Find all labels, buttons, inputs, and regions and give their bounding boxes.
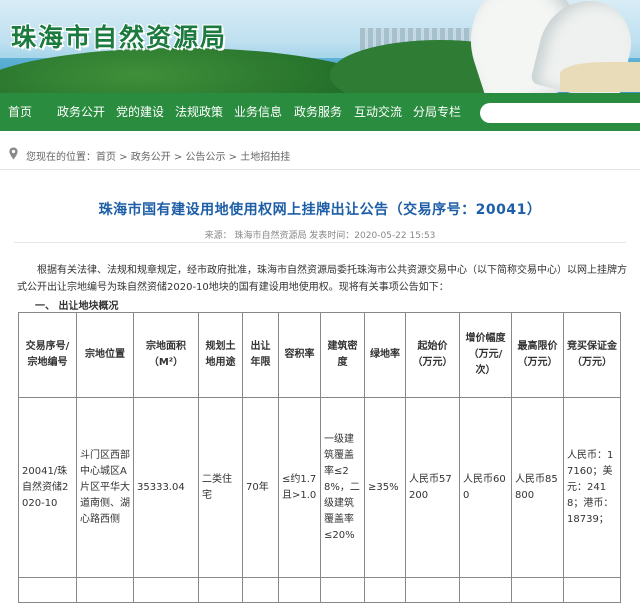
- table-header: 宗地位置: [76, 312, 134, 398]
- nav-item-branch[interactable]: 分局专栏: [413, 93, 461, 131]
- breadcrumb-text[interactable]: 您现在的位置：首页 > 政务公开 > 公告公示 > 土地招拍挂: [26, 148, 290, 163]
- table-cell: 一级建筑覆盖率≤28%，二级建筑覆盖率≤20%: [320, 397, 365, 578]
- table-cell: 人民币57200: [405, 397, 460, 578]
- section-heading: 一、 出让地块概况: [35, 301, 119, 312]
- beach: [560, 62, 640, 92]
- table-cell: 70年: [242, 397, 279, 578]
- table-cell: 斗门区西部中心城区A片区平华大道南侧、湖心路西侧: [76, 397, 134, 578]
- nav-item-business[interactable]: 业务信息: [234, 93, 282, 131]
- nav-item-home[interactable]: 首页: [8, 93, 32, 131]
- article-meta: 来源： 珠海市自然资源局 发表时间：2020-05-22 15:53: [204, 231, 436, 241]
- table-cell: 35333.04: [133, 397, 199, 578]
- table-header: 最高限价（万元）: [511, 312, 564, 398]
- location-pin-icon: [9, 147, 18, 160]
- table-cell: 人民币600: [459, 397, 512, 578]
- article-paragraph: 根据有关法律、法规和规章规定，经市政府批准，珠海市自然资源局委托珠海市公共资源交…: [17, 265, 627, 293]
- nav-item-interaction[interactable]: 互动交流: [354, 93, 402, 131]
- search-input[interactable]: [480, 103, 640, 123]
- table-cell: ≥35%: [364, 397, 406, 578]
- table-cell: ≤约1.7且>1.0: [278, 397, 321, 578]
- nav-item-laws[interactable]: 法规政策: [175, 93, 223, 131]
- table-header: 绿地率: [364, 312, 406, 398]
- table-header: 出让年限: [242, 312, 279, 398]
- nav-item-services[interactable]: 政务服务: [294, 93, 342, 131]
- article-title: 珠海市国有建设用地使用权网上挂牌出让公告（交易序号：20041）: [98, 202, 542, 218]
- table-header: 建筑密度: [320, 312, 365, 398]
- nav-item-gov-open[interactable]: 政务公开: [57, 93, 105, 131]
- table-header: 宗地面积（M²）: [133, 312, 199, 398]
- table-header: 容积率: [278, 312, 321, 398]
- land-parcel-table: 交易序号/宗地编号 宗地位置 宗地面积（M²） 规划土地用途 出让年限 容积率 …: [18, 312, 621, 603]
- table-cell: 20041/珠自然资储2020-10: [18, 397, 77, 578]
- table-header: 增价幅度（万元/次）: [459, 312, 512, 398]
- header-banner: 珠海市自然资源局: [0, 0, 640, 93]
- nav-item-party[interactable]: 党的建设: [116, 93, 164, 131]
- breadcrumb: 您现在的位置：首页 > 政务公开 > 公告公示 > 土地招拍挂: [0, 141, 640, 170]
- table-cell: 二类住宅: [198, 397, 243, 578]
- table-header: 交易序号/宗地编号: [18, 312, 77, 398]
- table-cell: 人民币85800: [511, 397, 564, 578]
- table-header: 起始价（万元）: [405, 312, 460, 398]
- table-cell: 人民币：17160；美元：2418；港币：18739；: [563, 397, 621, 578]
- table-header: 竞买保证金（万元）: [563, 312, 621, 398]
- table-row: 20041/珠自然资储2020-10 斗门区西部中心城区A片区平华大道南侧、湖心…: [18, 397, 621, 578]
- table-header-row: 交易序号/宗地编号 宗地位置 宗地面积（M²） 规划土地用途 出让年限 容积率 …: [18, 312, 621, 398]
- site-title[interactable]: 珠海市自然资源局: [11, 18, 227, 54]
- table-row: [18, 577, 621, 603]
- table-header: 规划土地用途: [198, 312, 243, 398]
- divider: [14, 242, 626, 243]
